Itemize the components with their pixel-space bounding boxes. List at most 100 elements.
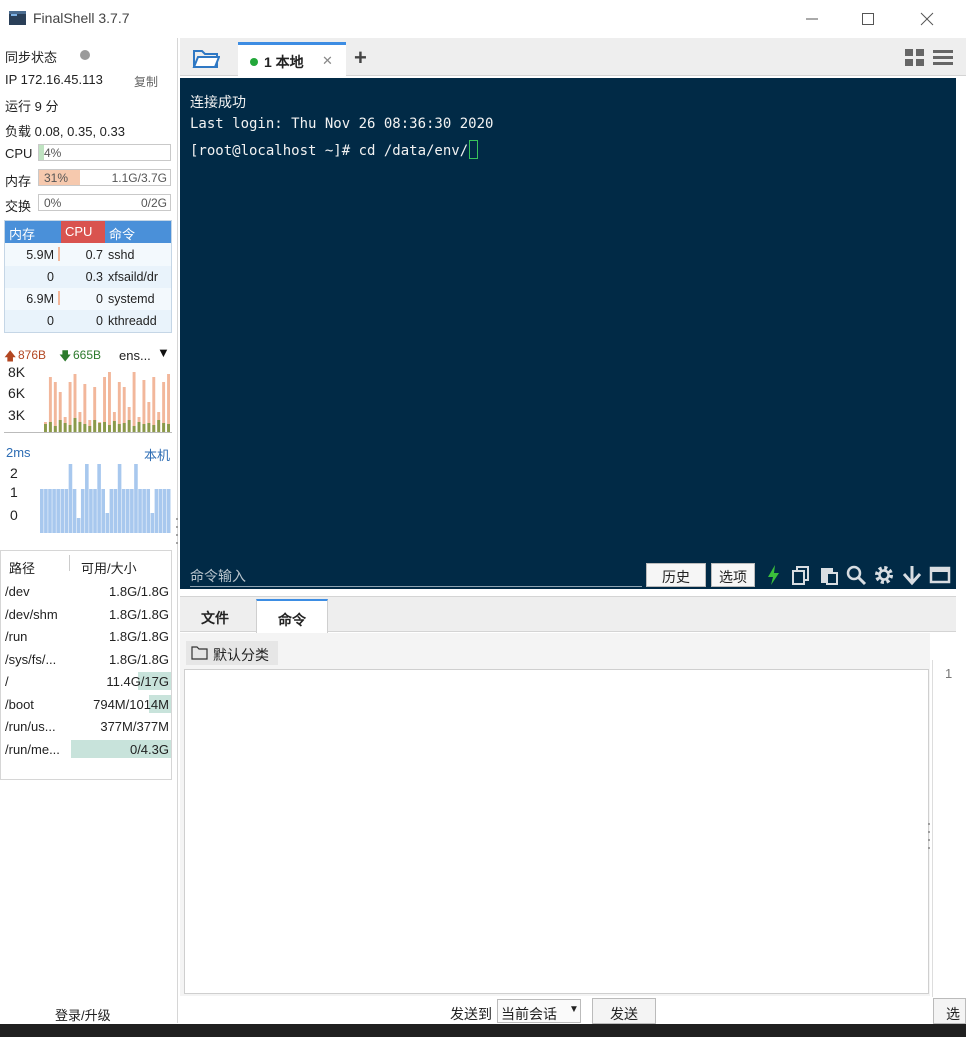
- proc-command: kthreadd: [108, 314, 157, 328]
- network-interface-select[interactable]: ens...: [119, 348, 151, 363]
- disk-row[interactable]: /sys/fs/... 1.8G/1.8G: [1, 648, 171, 670]
- net-upload-bar: [152, 377, 156, 432]
- proc-header-cpu[interactable]: CPU: [61, 221, 105, 243]
- disk-row[interactable]: /run/us... 377M/377M: [1, 715, 171, 737]
- disk-row[interactable]: /dev 1.8G/1.8G: [1, 580, 171, 602]
- category-default[interactable]: 默认分类: [186, 641, 278, 665]
- disk-header-size[interactable]: 可用/大小: [81, 558, 137, 577]
- ping-host[interactable]: 本机: [144, 445, 170, 464]
- chart-divider: [4, 432, 172, 433]
- process-row[interactable]: 0 0.3 xfsaild/dr: [5, 266, 171, 288]
- disk-row[interactable]: / 11.4G/17G: [1, 670, 171, 692]
- open-folder-icon[interactable]: [192, 47, 220, 69]
- send-button[interactable]: 发送: [592, 998, 656, 1024]
- options-button[interactable]: 选项: [711, 563, 755, 587]
- proc-mem: 0: [47, 314, 54, 328]
- minimize-icon[interactable]: [797, 6, 827, 32]
- ping-bar: [162, 489, 167, 533]
- bottom-tab-bar: 文件 命令: [180, 596, 956, 633]
- copy-ip-button[interactable]: 复制: [134, 73, 158, 90]
- proc-header-memory[interactable]: 内存: [5, 221, 61, 243]
- ping-latency-chart: [40, 464, 171, 533]
- menu-icon[interactable]: [933, 49, 953, 67]
- memory-percent: 31%: [44, 171, 69, 185]
- net-download-bar: [58, 420, 62, 432]
- finalshell-window: FinalShell 3.7.7 同步状态 IP 172.16.45.113 复…: [0, 0, 966, 1037]
- proc-cpu-bar: [58, 247, 60, 261]
- command-list[interactable]: [184, 669, 929, 994]
- tab-files[interactable]: 文件: [180, 599, 250, 633]
- sync-status-dot-icon: [80, 50, 90, 60]
- download-speed: 665B: [73, 348, 102, 362]
- ping-bar: [105, 513, 110, 533]
- process-row[interactable]: 5.9M 0.7 sshd: [5, 244, 171, 266]
- search-icon[interactable]: [845, 564, 867, 586]
- process-row[interactable]: 6.9M 0 systemd: [5, 288, 171, 310]
- disk-row[interactable]: /boot 794M/1014M: [1, 693, 171, 715]
- system-monitor-sidebar: 同步状态 IP 172.16.45.113 复制 运行 9 分 负载 0.08,…: [0, 38, 178, 1023]
- process-row[interactable]: 0 0 kthreadd: [5, 310, 171, 332]
- chevron-down-icon[interactable]: ▼: [157, 345, 170, 360]
- proc-header-command[interactable]: 命令: [105, 221, 171, 243]
- add-tab-icon[interactable]: +: [354, 45, 367, 71]
- right-edge-strip: [956, 78, 966, 590]
- disk-row[interactable]: /run/me... 0/4.3G: [1, 738, 171, 760]
- maximize-icon[interactable]: [853, 6, 883, 32]
- proc-mem: 0: [47, 270, 54, 284]
- grid-layout-icon[interactable]: [905, 49, 925, 67]
- ping-bar: [64, 489, 69, 533]
- download-arrow-icon[interactable]: [901, 564, 923, 586]
- disk-value: 0/4.3G: [129, 741, 169, 757]
- cpu-percent: 4%: [44, 146, 62, 160]
- sync-status-label: 同步状态: [5, 50, 58, 65]
- net-download-bar: [93, 420, 97, 432]
- ping-bar: [40, 489, 44, 533]
- terminal-area[interactable]: 连接成功 Last login: Thu Nov 26 08:36:30 202…: [180, 78, 956, 589]
- copy-icon[interactable]: [790, 564, 812, 586]
- close-tab-icon[interactable]: ✕: [322, 53, 333, 69]
- net-download-bar: [103, 422, 106, 432]
- send-target-select[interactable]: 当前会话 ▼: [497, 999, 581, 1023]
- disk-header-path[interactable]: 路径: [9, 558, 35, 577]
- disk-row[interactable]: /run 1.8G/1.8G: [1, 625, 171, 647]
- send-actions-bar: 发送到 当前会话 ▼ 发送 选: [180, 998, 966, 1024]
- ping-bar: [134, 464, 138, 533]
- network-header: 🡅 876B 🡇 665B ens... ▼: [4, 345, 174, 363]
- tab-local-session[interactable]: 1 本地 ✕: [238, 42, 346, 76]
- net-download-bar: [44, 424, 47, 432]
- ping-bar: [48, 489, 52, 533]
- close-icon[interactable]: [912, 6, 942, 32]
- terminal-line: 连接成功: [190, 95, 246, 111]
- splitter-handle[interactable]: [548, 591, 588, 602]
- ping-bar: [60, 489, 65, 533]
- partial-button[interactable]: 选: [933, 998, 966, 1024]
- disk-row[interactable]: /dev/shm 1.8G/1.8G: [1, 603, 171, 625]
- tab-commands[interactable]: 命令: [256, 599, 328, 633]
- network-traffic-chart: [44, 372, 170, 432]
- proc-mem: 5.9M: [26, 248, 54, 262]
- disk-value: 1.8G/1.8G: [109, 629, 169, 644]
- header-divider: [69, 555, 70, 571]
- fullscreen-icon[interactable]: [929, 564, 951, 586]
- paste-icon[interactable]: [818, 564, 840, 586]
- cpu-meter: 4%: [38, 144, 171, 161]
- ping-bar: [113, 489, 118, 533]
- history-button[interactable]: 历史: [646, 563, 706, 587]
- vertical-splitter-handle[interactable]: [926, 820, 932, 852]
- sidebar-splitter-handle[interactable]: [174, 515, 180, 547]
- net-download-bar: [73, 418, 77, 432]
- proc-command: systemd: [108, 292, 155, 306]
- window-title: FinalShell 3.7.7: [33, 10, 130, 26]
- connected-status-icon: [250, 58, 258, 66]
- command-input[interactable]: [190, 565, 642, 587]
- net-download-bar: [68, 425, 72, 432]
- ping-bar: [44, 489, 48, 533]
- swap-total: 0/2G: [140, 196, 167, 210]
- ip-address: IP 172.16.45.113: [5, 72, 103, 87]
- lightning-icon[interactable]: [763, 564, 785, 586]
- ping-bar: [142, 489, 146, 533]
- ping-y-label: 1: [10, 484, 18, 500]
- gear-icon[interactable]: [873, 564, 895, 586]
- login-upgrade-link[interactable]: 登录/升级: [55, 1005, 111, 1024]
- ping-bar: [138, 489, 142, 533]
